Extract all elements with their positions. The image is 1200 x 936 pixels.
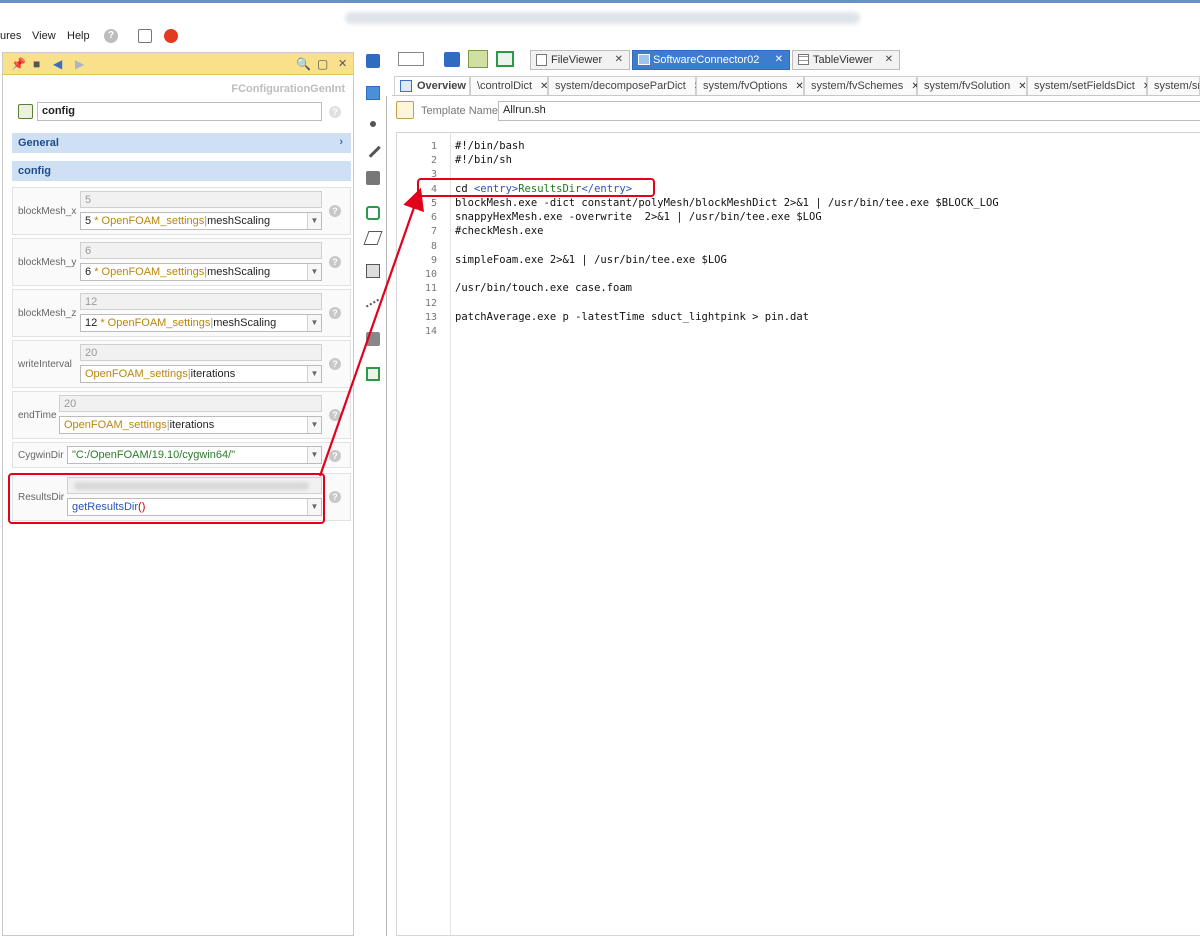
arrow-line: [318, 187, 425, 477]
annotation-arrow: [318, 187, 425, 477]
